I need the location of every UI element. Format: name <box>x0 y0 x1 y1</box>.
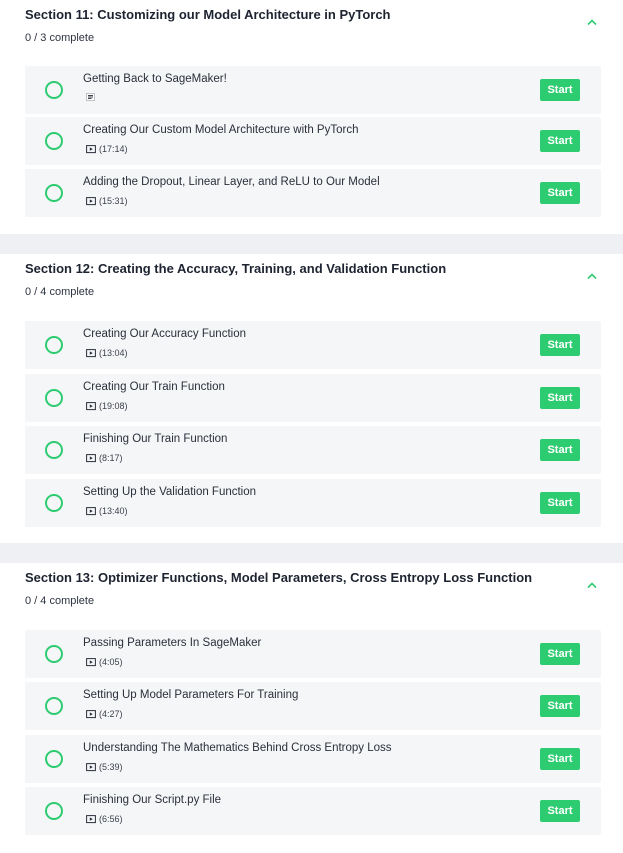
section-title: Section 11: Customizing our Model Archit… <box>25 7 391 22</box>
incomplete-circle-icon[interactable] <box>45 132 63 150</box>
start-button[interactable]: Start <box>540 748 580 770</box>
section-title: Section 12: Creating the Accuracy, Train… <box>25 261 447 276</box>
lesson-title[interactable]: Creating Our Accuracy Function <box>83 328 246 340</box>
section-progress: 0 / 4 complete <box>25 595 95 607</box>
lesson-title[interactable]: Understanding The Mathematics Behind Cro… <box>83 742 392 754</box>
start-button[interactable]: Start <box>540 695 580 717</box>
lesson-duration: (4:05) <box>99 657 123 667</box>
incomplete-circle-icon[interactable] <box>45 184 63 202</box>
incomplete-circle-icon[interactable] <box>45 441 63 459</box>
curriculum-page: Section 11: Customizing our Model Archit… <box>0 0 623 853</box>
lesson-duration: (5:39) <box>99 762 123 772</box>
section-header[interactable]: Section 13: Optimizer Functions, Model P… <box>0 563 623 629</box>
lesson-duration: (13:04) <box>99 348 128 358</box>
lesson-meta: (19:08) <box>86 401 128 411</box>
incomplete-circle-icon[interactable] <box>45 802 63 820</box>
video-icon <box>86 506 96 515</box>
lesson-meta: (5:39) <box>86 762 123 772</box>
lesson-item[interactable]: Getting Back to SageMaker! Start <box>25 66 601 114</box>
section-header[interactable]: Section 11: Customizing our Model Archit… <box>0 0 623 66</box>
lesson-item[interactable]: Creating Our Accuracy Function (13:04) S… <box>25 321 601 369</box>
video-icon <box>86 144 96 153</box>
incomplete-circle-icon[interactable] <box>45 336 63 354</box>
video-icon <box>86 762 96 771</box>
lesson-meta: (13:40) <box>86 506 128 516</box>
video-icon <box>86 401 96 410</box>
lesson-title[interactable]: Getting Back to SageMaker! <box>83 73 227 85</box>
incomplete-circle-icon[interactable] <box>45 645 63 663</box>
incomplete-circle-icon[interactable] <box>45 81 63 99</box>
lesson-meta <box>86 93 98 101</box>
lesson-meta: (17:14) <box>86 144 128 154</box>
lesson-title[interactable]: Setting Up Model Parameters For Training <box>83 689 298 701</box>
lesson-meta: (4:27) <box>86 709 123 719</box>
section-progress: 0 / 3 complete <box>25 32 95 44</box>
start-button[interactable]: Start <box>540 334 580 356</box>
lesson-title[interactable]: Creating Our Custom Model Architecture w… <box>83 124 358 136</box>
video-icon <box>86 453 96 462</box>
chevron-up-icon[interactable] <box>587 18 597 26</box>
start-button[interactable]: Start <box>540 643 580 665</box>
lesson-item[interactable]: Setting Up Model Parameters For Training… <box>25 682 601 730</box>
start-button[interactable]: Start <box>540 387 580 409</box>
lesson-title[interactable]: Adding the Dropout, Linear Layer, and Re… <box>83 176 380 188</box>
lesson-item[interactable]: Finishing Our Train Function (8:17) Star… <box>25 426 601 474</box>
video-icon <box>86 348 96 357</box>
lesson-item[interactable]: Finishing Our Script.py File (6:56) Star… <box>25 787 601 835</box>
lesson-item[interactable]: Setting Up the Validation Function (13:4… <box>25 479 601 527</box>
section-13: Section 13: Optimizer Functions, Model P… <box>0 563 623 853</box>
text-lines-icon <box>86 93 95 101</box>
video-icon <box>86 709 96 718</box>
section-header[interactable]: Section 12: Creating the Accuracy, Train… <box>0 254 623 320</box>
incomplete-circle-icon[interactable] <box>45 697 63 715</box>
chevron-up-icon[interactable] <box>587 581 597 589</box>
start-button[interactable]: Start <box>540 492 580 514</box>
lesson-duration: (6:56) <box>99 814 123 824</box>
section-11: Section 11: Customizing our Model Archit… <box>0 0 623 234</box>
lesson-meta: (15:31) <box>86 196 128 206</box>
section-progress: 0 / 4 complete <box>25 286 95 298</box>
video-icon <box>86 657 96 666</box>
lesson-duration: (17:14) <box>99 144 128 154</box>
lesson-title[interactable]: Finishing Our Script.py File <box>83 794 221 806</box>
lesson-meta: (8:17) <box>86 453 123 463</box>
lesson-title[interactable]: Passing Parameters In SageMaker <box>83 637 261 649</box>
lesson-meta: (4:05) <box>86 657 123 667</box>
lesson-duration: (13:40) <box>99 506 128 516</box>
lesson-item[interactable]: Understanding The Mathematics Behind Cro… <box>25 735 601 783</box>
lesson-title[interactable]: Setting Up the Validation Function <box>83 486 256 498</box>
lesson-title[interactable]: Creating Our Train Function <box>83 381 225 393</box>
lesson-title[interactable]: Finishing Our Train Function <box>83 433 227 445</box>
start-button[interactable]: Start <box>540 79 580 101</box>
lesson-meta: (6:56) <box>86 814 123 824</box>
start-button[interactable]: Start <box>540 130 580 152</box>
lesson-duration: (4:27) <box>99 709 123 719</box>
section-title: Section 13: Optimizer Functions, Model P… <box>25 570 533 585</box>
video-icon <box>86 814 96 823</box>
section-12: Section 12: Creating the Accuracy, Train… <box>0 254 623 543</box>
lesson-duration: (15:31) <box>99 196 128 206</box>
incomplete-circle-icon[interactable] <box>45 389 63 407</box>
chevron-up-icon[interactable] <box>587 272 597 280</box>
incomplete-circle-icon[interactable] <box>45 750 63 768</box>
start-button[interactable]: Start <box>540 182 580 204</box>
lesson-item[interactable]: Passing Parameters In SageMaker (4:05) S… <box>25 630 601 678</box>
start-button[interactable]: Start <box>540 800 580 822</box>
incomplete-circle-icon[interactable] <box>45 494 63 512</box>
video-icon <box>86 196 96 205</box>
lesson-item[interactable]: Adding the Dropout, Linear Layer, and Re… <box>25 169 601 217</box>
lesson-meta: (13:04) <box>86 348 128 358</box>
lesson-item[interactable]: Creating Our Custom Model Architecture w… <box>25 117 601 165</box>
lesson-duration: (19:08) <box>99 401 128 411</box>
lesson-duration: (8:17) <box>99 453 123 463</box>
lesson-item[interactable]: Creating Our Train Function (19:08) Star… <box>25 374 601 422</box>
start-button[interactable]: Start <box>540 439 580 461</box>
